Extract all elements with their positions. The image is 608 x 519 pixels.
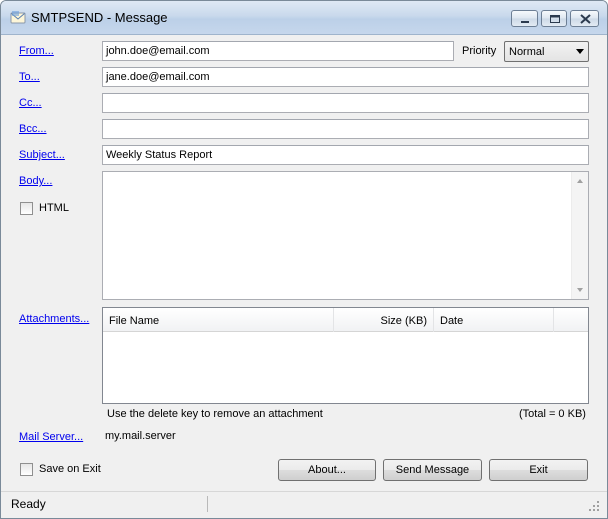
save-on-exit-label: Save on Exit bbox=[39, 463, 101, 475]
from-field[interactable]: john.doe@email.com bbox=[102, 41, 454, 61]
column-header-date[interactable]: Date bbox=[434, 308, 554, 332]
mail-server-field: my.mail.server bbox=[102, 427, 589, 446]
chevron-down-icon bbox=[576, 49, 584, 54]
about-button[interactable]: About... bbox=[278, 459, 376, 481]
resize-grip-icon[interactable] bbox=[589, 501, 599, 511]
subject-field[interactable]: Weekly Status Report bbox=[102, 145, 589, 165]
body-scrollbar[interactable] bbox=[571, 172, 588, 299]
status-separator bbox=[207, 496, 208, 512]
to-field[interactable]: jane.doe@email.com bbox=[102, 67, 589, 87]
send-message-button[interactable]: Send Message bbox=[383, 459, 482, 481]
minimize-button[interactable] bbox=[511, 10, 538, 27]
column-header-size[interactable]: Size (KB) bbox=[334, 308, 434, 332]
body-textarea[interactable] bbox=[102, 171, 589, 300]
subject-link[interactable]: Subject... bbox=[19, 149, 65, 161]
from-link[interactable]: From... bbox=[19, 45, 54, 57]
cc-field[interactable] bbox=[102, 93, 589, 113]
scroll-up-icon[interactable] bbox=[577, 179, 583, 183]
close-icon bbox=[580, 14, 591, 24]
to-link[interactable]: To... bbox=[19, 71, 40, 83]
save-on-exit-checkbox[interactable] bbox=[20, 463, 33, 476]
html-checkbox-label: HTML bbox=[39, 202, 69, 214]
priority-value: Normal bbox=[509, 46, 545, 58]
attachments-total: (Total = 0 KB) bbox=[519, 408, 586, 420]
message-window: SMTPSEND - Message From... john.doe@emai… bbox=[0, 0, 608, 519]
status-text: Ready bbox=[11, 497, 46, 511]
body-link[interactable]: Body... bbox=[19, 175, 52, 187]
attachments-header: File Name Size (KB) Date bbox=[103, 308, 588, 332]
bcc-link[interactable]: Bcc... bbox=[19, 123, 47, 135]
bcc-field[interactable] bbox=[102, 119, 589, 139]
window-title: SMTPSEND - Message bbox=[31, 10, 168, 25]
column-header-filler bbox=[554, 308, 588, 332]
status-bar: Ready bbox=[1, 491, 607, 518]
cc-link[interactable]: Cc... bbox=[19, 97, 42, 109]
priority-select[interactable]: Normal bbox=[504, 41, 589, 62]
title-bar[interactable]: SMTPSEND - Message bbox=[1, 1, 607, 35]
minimize-icon bbox=[521, 21, 529, 23]
mail-server-link[interactable]: Mail Server... bbox=[19, 431, 83, 443]
close-button[interactable] bbox=[570, 10, 599, 27]
exit-button[interactable]: Exit bbox=[489, 459, 588, 481]
attachments-hint: Use the delete key to remove an attachme… bbox=[107, 408, 323, 420]
maximize-icon bbox=[550, 15, 560, 23]
priority-label: Priority bbox=[462, 45, 497, 57]
column-header-file-name[interactable]: File Name bbox=[103, 308, 334, 332]
attachments-link[interactable]: Attachments... bbox=[19, 313, 89, 325]
html-checkbox[interactable] bbox=[20, 202, 33, 215]
envelope-app-icon bbox=[10, 11, 26, 24]
scroll-down-icon[interactable] bbox=[577, 288, 583, 292]
attachments-list[interactable]: File Name Size (KB) Date bbox=[102, 307, 589, 404]
maximize-button[interactable] bbox=[541, 10, 567, 27]
